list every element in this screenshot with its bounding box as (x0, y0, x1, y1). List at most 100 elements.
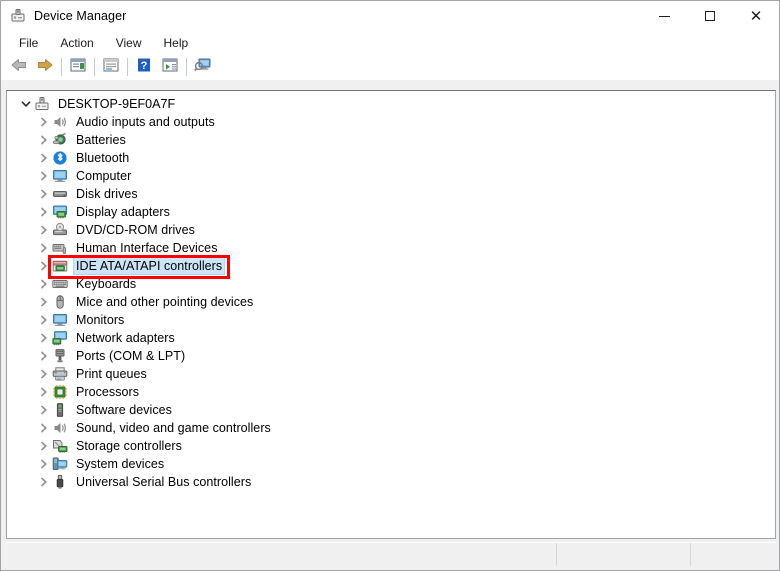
tree-item-human-interface-devices[interactable]: Human Interface Devices (7, 239, 775, 257)
chevron-right-icon[interactable] (37, 258, 51, 274)
tree-root-computer[interactable]: DESKTOP-9EF0A7F (7, 95, 775, 113)
chevron-right-icon[interactable] (37, 312, 51, 328)
chevron-right-icon[interactable] (37, 474, 51, 490)
chevron-right-icon[interactable] (37, 456, 51, 472)
tree-item-label: Universal Serial Bus controllers (76, 475, 252, 489)
tree-item-label: Sound, video and game controllers (76, 421, 271, 435)
menu-help[interactable]: Help (154, 34, 199, 52)
tree-item-label: Disk drives (76, 187, 138, 201)
tree-item-label: Print queues (76, 367, 147, 381)
speaker-icon (52, 114, 68, 130)
tree-item-system-devices[interactable]: System devices (7, 455, 775, 473)
tree-item-sound-video-and-game-controllers[interactable]: Sound, video and game controllers (7, 419, 775, 437)
chevron-right-icon[interactable] (37, 168, 51, 184)
back-button[interactable] (6, 55, 32, 79)
tree-item-keyboards[interactable]: Keyboards (7, 275, 775, 293)
port-icon (52, 348, 68, 364)
help-button[interactable]: ? (131, 55, 157, 79)
tree-item-label: Computer (76, 169, 132, 183)
tree-item-storage-controllers[interactable]: Storage controllers (7, 437, 775, 455)
mouse-icon (52, 294, 68, 310)
status-text-main (6, 548, 12, 560)
dvd-drive-icon (52, 222, 68, 238)
chevron-right-icon[interactable] (37, 186, 51, 202)
device-tree-panel[interactable]: DESKTOP-9EF0A7F Audio inputs and outputs B… (6, 90, 776, 539)
monitor-icon (52, 168, 68, 184)
tree-item-universal-serial-bus-controllers[interactable]: Universal Serial Bus controllers (7, 473, 775, 491)
chevron-right-icon[interactable] (37, 294, 51, 310)
tree-item-label: Display adapters (76, 205, 170, 219)
chevron-right-icon[interactable] (37, 366, 51, 382)
tree-item-label: Monitors (76, 313, 125, 327)
scan-hardware-changes-button[interactable] (190, 55, 216, 79)
tree-item-display-adapters[interactable]: Display adapters (7, 203, 775, 221)
chevron-right-icon[interactable] (37, 402, 51, 418)
hid-icon (52, 240, 68, 256)
chevron-right-icon[interactable] (37, 222, 51, 238)
menu-bar: File Action View Help (1, 32, 779, 54)
properties-button[interactable] (98, 55, 124, 79)
status-text-third (691, 548, 697, 560)
tree-item-computer[interactable]: Computer (7, 167, 775, 185)
window-controls: ✕ (641, 1, 779, 31)
chevron-right-icon[interactable] (37, 420, 51, 436)
chevron-right-icon[interactable] (37, 330, 51, 346)
toolbar-separator (186, 58, 187, 76)
svg-text:?: ? (141, 60, 148, 72)
tree-item-batteries[interactable]: Batteries (7, 131, 775, 149)
toolbar-separator (127, 58, 128, 76)
tree-item-label: Network adapters (76, 331, 175, 345)
display-adapter-icon (52, 204, 68, 220)
tree-item-disk-drives[interactable]: Disk drives (7, 185, 775, 203)
minimize-button[interactable] (641, 1, 687, 31)
tree-item-label: Storage controllers (76, 439, 182, 453)
chevron-right-icon[interactable] (37, 240, 51, 256)
chevron-right-icon[interactable] (37, 348, 51, 364)
device-manager-icon (10, 8, 26, 24)
chevron-right-icon[interactable] (37, 276, 51, 292)
ide-controller-icon (52, 258, 68, 274)
status-pane-main (6, 543, 556, 566)
menu-action[interactable]: Action (50, 34, 103, 52)
forward-button[interactable] (32, 55, 58, 79)
update-driver-button[interactable] (157, 55, 183, 79)
chevron-right-icon[interactable] (37, 132, 51, 148)
tree-item-label: Bluetooth (76, 151, 130, 165)
chevron-right-icon[interactable] (37, 150, 51, 166)
tree-item-label: Human Interface Devices (76, 241, 218, 255)
menu-file[interactable]: File (9, 34, 48, 52)
show-hide-console-tree-button[interactable] (65, 55, 91, 79)
chevron-right-icon[interactable] (37, 438, 51, 454)
usb-icon (52, 474, 68, 490)
device-manager-window: Device Manager ✕ File Action View Help ?… (0, 0, 780, 571)
tree-item-monitors[interactable]: Monitors (7, 311, 775, 329)
tree-item-processors[interactable]: Processors (7, 383, 775, 401)
chevron-right-icon[interactable] (37, 114, 51, 130)
tree-item-ide-ata-atapi-controllers[interactable]: IDE ATA/ATAPI controllers (7, 257, 775, 275)
tree-item-mice-and-other-pointing-devices[interactable]: Mice and other pointing devices (7, 293, 775, 311)
tree-item-software-devices[interactable]: Software devices (7, 401, 775, 419)
back-arrow-icon (10, 57, 28, 78)
chevron-right-icon[interactable] (37, 204, 51, 220)
tree-item-dvd-cd-rom-drives[interactable]: DVD/CD-ROM drives (7, 221, 775, 239)
tree-item-bluetooth[interactable]: Bluetooth (7, 149, 775, 167)
tree-item-audio-inputs-and-outputs[interactable]: Audio inputs and outputs (7, 113, 775, 131)
tree-item-ports-com-and-lpt[interactable]: Ports (COM & LPT) (7, 347, 775, 365)
tree-item-network-adapters[interactable]: Network adapters (7, 329, 775, 347)
chevron-down-icon[interactable] (19, 96, 33, 112)
bluetooth-icon (52, 150, 68, 166)
printer-icon (52, 366, 68, 382)
device-tree: DESKTOP-9EF0A7F Audio inputs and outputs B… (7, 91, 775, 491)
keyboard-icon (52, 276, 68, 292)
maximize-button[interactable] (687, 1, 733, 31)
close-button[interactable]: ✕ (733, 1, 779, 31)
window-title: Device Manager (34, 9, 127, 23)
tree-item-print-queues[interactable]: Print queues (7, 365, 775, 383)
tree-item-label: Software devices (76, 403, 172, 417)
chevron-right-icon[interactable] (37, 384, 51, 400)
processor-icon (52, 384, 68, 400)
computer-root-icon (34, 96, 50, 112)
menu-view[interactable]: View (106, 34, 152, 52)
status-bar (6, 542, 776, 566)
network-adapter-icon (52, 330, 68, 346)
